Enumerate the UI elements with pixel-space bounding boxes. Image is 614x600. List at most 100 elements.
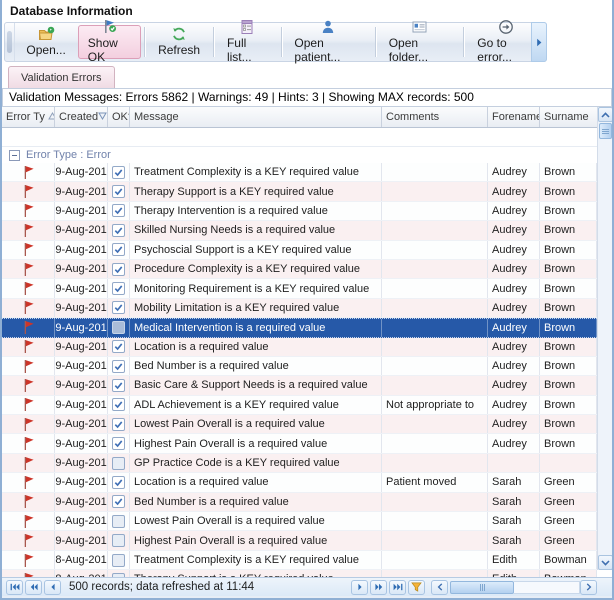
message-cell: Mobility Limitation is a KEY required va…	[130, 299, 382, 317]
ok-checkbox[interactable]	[112, 476, 125, 489]
refresh-button[interactable]: Refresh	[148, 25, 210, 59]
ok-checkbox[interactable]	[112, 282, 125, 295]
table-row[interactable]: 19-Aug-2015Mobility Limitation is a KEY …	[2, 299, 597, 318]
table-row[interactable]: 19-Aug-2015Monitoring Requirement is a K…	[2, 279, 597, 298]
ok-checkbox[interactable]	[112, 243, 125, 256]
table-row[interactable]: 19-Aug-2015Therapy Support is a KEY requ…	[2, 182, 597, 201]
collapse-group-icon[interactable]	[9, 150, 20, 161]
error-flag-cell	[2, 202, 55, 220]
ok-checkbox[interactable]	[112, 204, 125, 217]
created-cell: 18-Aug-2015	[55, 551, 108, 569]
header-error-type[interactable]: Error Ty	[2, 107, 55, 127]
scroll-down-button[interactable]	[598, 555, 612, 570]
filter-icon[interactable]	[98, 111, 107, 123]
ok-checkbox[interactable]	[112, 321, 125, 334]
ok-checkbox[interactable]	[112, 554, 125, 567]
first-record-button[interactable]	[6, 580, 23, 595]
ok-checkbox[interactable]	[112, 360, 125, 373]
show-ok-button[interactable]: Show OK	[78, 25, 141, 59]
vertical-scroll-thumb[interactable]	[599, 123, 612, 139]
toolbar-overflow-button[interactable]	[531, 22, 547, 62]
ok-checkbox[interactable]	[112, 418, 125, 431]
ok-cell	[108, 531, 130, 549]
scroll-up-button[interactable]	[598, 107, 612, 122]
table-row[interactable]: 19-Aug-2015Basic Care & Support Needs is…	[2, 376, 597, 395]
filter-button[interactable]	[408, 580, 425, 595]
table-row[interactable]: 18-Aug-2015Treatment Complexity is a KEY…	[2, 551, 597, 570]
message-cell: GP Practice Code is a KEY required value	[130, 454, 382, 472]
header-forename[interactable]: Forename	[488, 107, 540, 127]
last-record-button[interactable]	[389, 580, 406, 595]
forename-cell: Audrey	[488, 279, 540, 297]
table-row[interactable]: 19-Aug-2015Location is a required valueA…	[2, 338, 597, 357]
header-ok[interactable]: OK?	[108, 107, 130, 127]
table-row[interactable]: 19-Aug-2015Bed Number is a required valu…	[2, 493, 597, 512]
ok-checkbox[interactable]	[112, 224, 125, 237]
ok-checkbox[interactable]	[112, 379, 125, 392]
table-row[interactable]: 19-Aug-2015Lowest Pain Overall is a requ…	[2, 415, 597, 434]
table-row[interactable]: 19-Aug-2015Bed Number is a required valu…	[2, 357, 597, 376]
open-button[interactable]: Open...	[16, 25, 75, 59]
message-cell: Lowest Pain Overall is a required value	[130, 415, 382, 433]
ok-checkbox[interactable]	[112, 457, 125, 470]
ok-checkbox[interactable]	[112, 515, 125, 528]
table-row[interactable]: 19-Aug-2015Treatment Complexity is a KEY…	[2, 163, 597, 182]
header-error-type-label: Error Ty	[6, 111, 45, 123]
group-row-error-type[interactable]: Error Type : Error	[2, 146, 597, 163]
next-record-button[interactable]	[351, 580, 368, 595]
tab-validation-errors[interactable]: Validation Errors	[8, 66, 115, 88]
checkmark-icon	[113, 302, 124, 313]
ok-checkbox[interactable]	[112, 573, 125, 577]
table-row[interactable]: 19-Aug-2015Skilled Nursing Needs is a re…	[2, 221, 597, 240]
open-patient-button-label: Open patient...	[294, 36, 361, 64]
forename-cell: Audrey	[488, 357, 540, 375]
ok-checkbox[interactable]	[112, 495, 125, 508]
hscroll-left-button[interactable]	[431, 580, 448, 595]
forename-cell: Audrey	[488, 396, 540, 414]
full-list-button[interactable]: Full list...	[217, 25, 278, 59]
previous-record-button[interactable]	[44, 580, 61, 595]
hscroll-right-button[interactable]	[580, 580, 597, 595]
table-row[interactable]: 18-Aug-2015Therapy Support is a KEY requ…	[2, 570, 597, 577]
error-flag-icon	[22, 339, 35, 354]
chevron-right-icon	[536, 38, 543, 47]
vertical-scrollbar[interactable]	[597, 107, 612, 570]
message-cell: Location is a required value	[130, 338, 382, 356]
table-row[interactable]: 19-Aug-2015Lowest Pain Overall is a requ…	[2, 512, 597, 531]
ok-checkbox[interactable]	[112, 263, 125, 276]
ok-checkbox[interactable]	[112, 398, 125, 411]
header-surname[interactable]: Surname	[540, 107, 597, 127]
surname-cell: Brown	[540, 182, 597, 200]
header-created[interactable]: Created	[55, 107, 108, 127]
open-patient-button[interactable]: Open patient...	[284, 25, 371, 59]
table-row[interactable]: 19-Aug-2015Psychoscial Support is a KEY …	[2, 241, 597, 260]
ok-checkbox[interactable]	[112, 534, 125, 547]
header-comments[interactable]: Comments	[382, 107, 488, 127]
header-message[interactable]: Message	[130, 107, 382, 127]
ok-checkbox[interactable]	[112, 437, 125, 450]
horizontal-scroll-thumb[interactable]	[450, 581, 514, 594]
error-flag-cell	[2, 182, 55, 200]
open-folder-button[interactable]: Open folder...	[379, 25, 461, 59]
table-row[interactable]: 19-Aug-2015GP Practice Code is a KEY req…	[2, 454, 597, 473]
table-row[interactable]: 19-Aug-2015Therapy Intervention is a req…	[2, 202, 597, 221]
previous-page-button[interactable]	[25, 580, 42, 595]
ok-checkbox[interactable]	[112, 185, 125, 198]
tab-label: Validation Errors	[21, 72, 102, 84]
table-row[interactable]: 19-Aug-2015Location is a required valueP…	[2, 473, 597, 492]
table-row[interactable]: 19-Aug-2015Highest Pain Overall is a req…	[2, 531, 597, 550]
table-row[interactable]: 19-Aug-2015Highest Pain Overall is a req…	[2, 434, 597, 453]
table-row[interactable]: 19-Aug-2015ADL Achievement is a KEY requ…	[2, 396, 597, 415]
message-cell: Location is a required value	[130, 473, 382, 491]
table-row[interactable]: 19-Aug-2015Procedure Complexity is a KEY…	[2, 260, 597, 279]
next-page-button[interactable]	[370, 580, 387, 595]
horizontal-scroll-track[interactable]	[514, 581, 580, 594]
error-flag-cell	[2, 551, 55, 569]
ok-checkbox[interactable]	[112, 340, 125, 353]
ok-checkbox[interactable]	[112, 301, 125, 314]
table-row[interactable]: 19-Aug-2015Medical Intervention is a req…	[2, 318, 597, 337]
checkmark-icon	[113, 477, 124, 488]
toolbar-drag-grip[interactable]	[5, 23, 15, 61]
header-message-label: Message	[134, 111, 179, 123]
ok-checkbox[interactable]	[112, 166, 125, 179]
